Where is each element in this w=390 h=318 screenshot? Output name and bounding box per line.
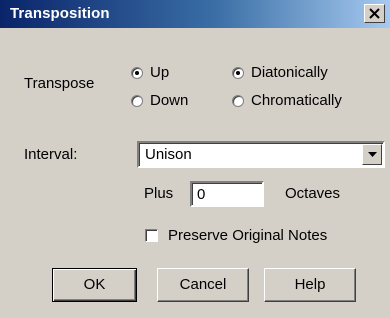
window-title: Transposition xyxy=(10,5,110,22)
interval-select-value: Unison xyxy=(145,146,192,163)
octaves-label: Octaves xyxy=(285,185,341,202)
radio-down-label: Down xyxy=(150,92,189,109)
close-icon xyxy=(369,8,380,19)
interval-label: Interval: xyxy=(24,146,78,163)
transpose-label: Transpose xyxy=(24,75,95,92)
radio-down[interactable]: Down xyxy=(131,92,188,109)
octaves-input-value: 0 xyxy=(197,186,206,203)
radio-chromatically-indicator[interactable] xyxy=(232,94,244,107)
preserve-original-notes-label: Preserve Original Notes xyxy=(168,227,328,244)
preserve-original-notes-checkbox[interactable] xyxy=(145,229,158,242)
chevron-down-icon xyxy=(368,152,377,157)
radio-diatonically-label: Diatonically xyxy=(251,64,328,81)
transposition-dialog: Transposition Transpose Up Down Diatonic… xyxy=(0,0,390,318)
radio-up-indicator[interactable] xyxy=(131,66,143,79)
plus-label: Plus xyxy=(144,185,174,202)
title-bar[interactable]: Transposition xyxy=(0,0,390,28)
radio-diatonically-indicator[interactable] xyxy=(232,66,244,79)
cancel-button[interactable]: Cancel xyxy=(157,268,249,302)
radio-chromatically-label: Chromatically xyxy=(251,92,342,109)
help-button[interactable]: Help xyxy=(264,268,356,302)
radio-chromatically[interactable]: Chromatically xyxy=(232,92,342,109)
interval-dropdown-button[interactable] xyxy=(362,144,382,165)
radio-diatonically[interactable]: Diatonically xyxy=(232,64,328,81)
radio-down-indicator[interactable] xyxy=(131,94,143,107)
ok-button[interactable]: OK xyxy=(52,268,137,302)
octaves-input[interactable]: 0 xyxy=(190,181,264,207)
close-button[interactable] xyxy=(364,4,385,23)
radio-up[interactable]: Up xyxy=(131,64,169,81)
radio-up-label: Up xyxy=(150,64,170,81)
interval-select[interactable]: Unison xyxy=(137,141,385,168)
